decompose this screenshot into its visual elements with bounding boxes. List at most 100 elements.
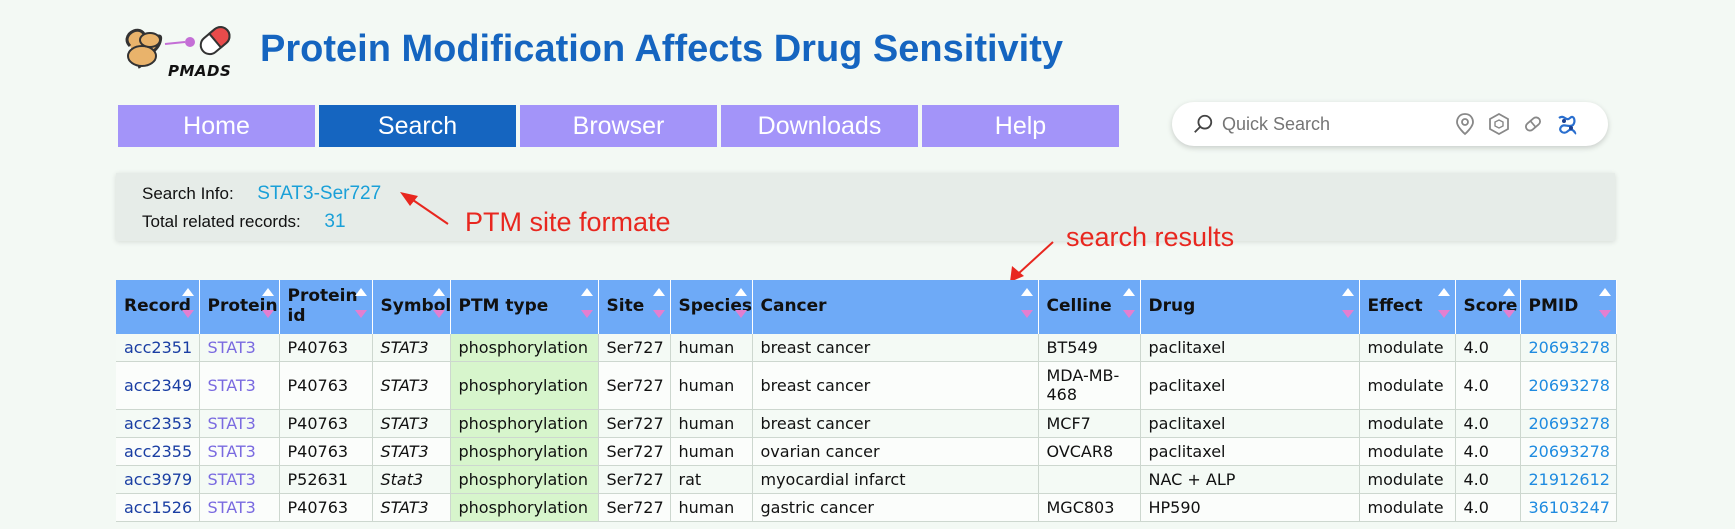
table-header-row: Record Protein Protein id Symbol PTM typ… — [116, 280, 1617, 334]
site-cell: Ser727 — [598, 493, 671, 523]
table-row: acc2351 STAT3 P40763 STAT3 phosphorylati… — [116, 334, 1617, 363]
sort-icon[interactable] — [1341, 288, 1354, 318]
column-header-site[interactable]: Site — [598, 280, 671, 334]
column-header-drug[interactable]: Drug — [1140, 280, 1360, 334]
ptm-type-cell: phosphorylation — [450, 361, 599, 410]
species-cell: human — [670, 437, 753, 466]
sort-icon[interactable] — [580, 288, 593, 318]
sort-icon[interactable] — [1502, 288, 1515, 318]
pill-icon[interactable] — [1522, 112, 1544, 136]
species-cell: human — [670, 409, 753, 438]
site-logo[interactable]: PMADS — [120, 16, 240, 82]
sort-icon[interactable] — [354, 288, 367, 318]
results-table: Record Protein Protein id Symbol PTM typ… — [116, 280, 1617, 523]
nav-search[interactable]: Search — [319, 105, 516, 147]
pmid-link[interactable]: 20693278 — [1520, 409, 1617, 438]
celline-cell: OVCAR8 — [1038, 437, 1141, 466]
symbol-cell: STAT3 — [372, 493, 451, 523]
sort-icon[interactable] — [1122, 288, 1135, 318]
column-header-celline[interactable]: Celline — [1038, 280, 1141, 334]
sort-icon[interactable] — [1437, 288, 1450, 318]
protein-link[interactable]: STAT3 — [199, 409, 280, 438]
protein-id-cell: P40763 — [279, 437, 373, 466]
column-header-symbol[interactable]: Symbol — [372, 280, 451, 334]
sort-icon[interactable] — [734, 288, 747, 318]
protein-link[interactable]: STAT3 — [199, 465, 280, 495]
cancer-cell: myocardial infarct — [752, 465, 1039, 495]
site-cell: Ser727 — [598, 334, 671, 363]
celline-cell: MDA-MB-468 — [1038, 361, 1141, 410]
effect-cell: modulate — [1359, 334, 1456, 363]
drug-cell: paclitaxel — [1140, 437, 1360, 466]
cancer-cell: breast cancer — [752, 361, 1039, 410]
record-link[interactable]: acc2349 — [116, 361, 200, 410]
record-link[interactable]: acc3979 — [116, 465, 200, 495]
drug-cell: paclitaxel — [1140, 334, 1360, 363]
nav-help[interactable]: Help — [922, 105, 1119, 147]
column-header-score[interactable]: Score — [1455, 280, 1521, 334]
search-icon[interactable] — [1192, 113, 1214, 135]
ptm-type-cell: phosphorylation — [450, 334, 599, 363]
column-header-protein-id[interactable]: Protein id — [279, 280, 373, 334]
sort-icon[interactable] — [652, 288, 665, 318]
sort-icon[interactable] — [181, 288, 194, 318]
protein-link[interactable]: STAT3 — [199, 437, 280, 466]
column-header-protein[interactable]: Protein — [199, 280, 280, 334]
total-records-label: Total related records: — [142, 212, 301, 231]
protein-structure-icon[interactable] — [1556, 112, 1578, 136]
sort-icon[interactable] — [261, 288, 274, 318]
protein-link[interactable]: STAT3 — [199, 493, 280, 523]
protein-link[interactable]: STAT3 — [199, 361, 280, 410]
protein-id-cell: P40763 — [279, 334, 373, 363]
record-link[interactable]: acc2355 — [116, 437, 200, 466]
record-link[interactable]: acc2353 — [116, 409, 200, 438]
location-pin-icon[interactable] — [1454, 112, 1476, 136]
score-cell: 4.0 — [1455, 437, 1521, 466]
pmid-link[interactable]: 20693278 — [1520, 334, 1617, 363]
protein-link[interactable]: STAT3 — [199, 334, 280, 363]
species-cell: human — [670, 361, 753, 410]
annotation-ptm-format: PTM site formate — [465, 207, 671, 237]
nav-home[interactable]: Home — [118, 105, 315, 147]
pmid-link[interactable]: 21912612 — [1520, 465, 1617, 495]
ptm-type-cell: phosphorylation — [450, 409, 599, 438]
species-cell: rat — [670, 465, 753, 495]
column-header-species[interactable]: Species — [670, 280, 753, 334]
site-cell: Ser727 — [598, 465, 671, 495]
sort-icon[interactable] — [1598, 288, 1611, 318]
score-cell: 4.0 — [1455, 493, 1521, 523]
quick-search-input[interactable] — [1222, 113, 1452, 135]
pmid-link[interactable]: 20693278 — [1520, 437, 1617, 466]
column-header-ptm-type[interactable]: PTM type — [450, 280, 599, 334]
symbol-cell: STAT3 — [372, 361, 451, 410]
record-link[interactable]: acc1526 — [116, 493, 200, 523]
pmid-link[interactable]: 20693278 — [1520, 361, 1617, 410]
celline-cell: BT549 — [1038, 334, 1141, 363]
species-cell: human — [670, 493, 753, 523]
pmid-link[interactable]: 36103247 — [1520, 493, 1617, 523]
search-info-panel: Search Info: STAT3-Ser727 Total related … — [116, 173, 1615, 241]
nav-downloads[interactable]: Downloads — [721, 105, 918, 147]
site-cell: Ser727 — [598, 437, 671, 466]
hexagon-icon[interactable] — [1488, 112, 1510, 136]
column-header-cancer[interactable]: Cancer — [752, 280, 1039, 334]
record-link[interactable]: acc2351 — [116, 334, 200, 363]
protein-id-cell: P40763 — [279, 493, 373, 523]
effect-cell: modulate — [1359, 437, 1456, 466]
sort-icon[interactable] — [432, 288, 445, 318]
total-records-value: 31 — [324, 211, 346, 232]
ptm-type-cell: phosphorylation — [450, 437, 599, 466]
column-header-effect[interactable]: Effect — [1359, 280, 1456, 334]
column-header-record[interactable]: Record — [116, 280, 200, 334]
total-records-row: Total related records: 31 — [142, 211, 346, 233]
nav-browser[interactable]: Browser — [520, 105, 717, 147]
celline-cell — [1038, 465, 1141, 495]
column-header-pmid[interactable]: PMID — [1520, 280, 1617, 334]
effect-cell: modulate — [1359, 465, 1456, 495]
effect-cell: modulate — [1359, 409, 1456, 438]
score-cell: 4.0 — [1455, 334, 1521, 363]
sort-icon[interactable] — [1020, 288, 1033, 318]
site-cell: Ser727 — [598, 409, 671, 438]
search-info-label: Search Info: — [142, 184, 234, 203]
search-info-value: STAT3-Ser727 — [257, 183, 382, 204]
